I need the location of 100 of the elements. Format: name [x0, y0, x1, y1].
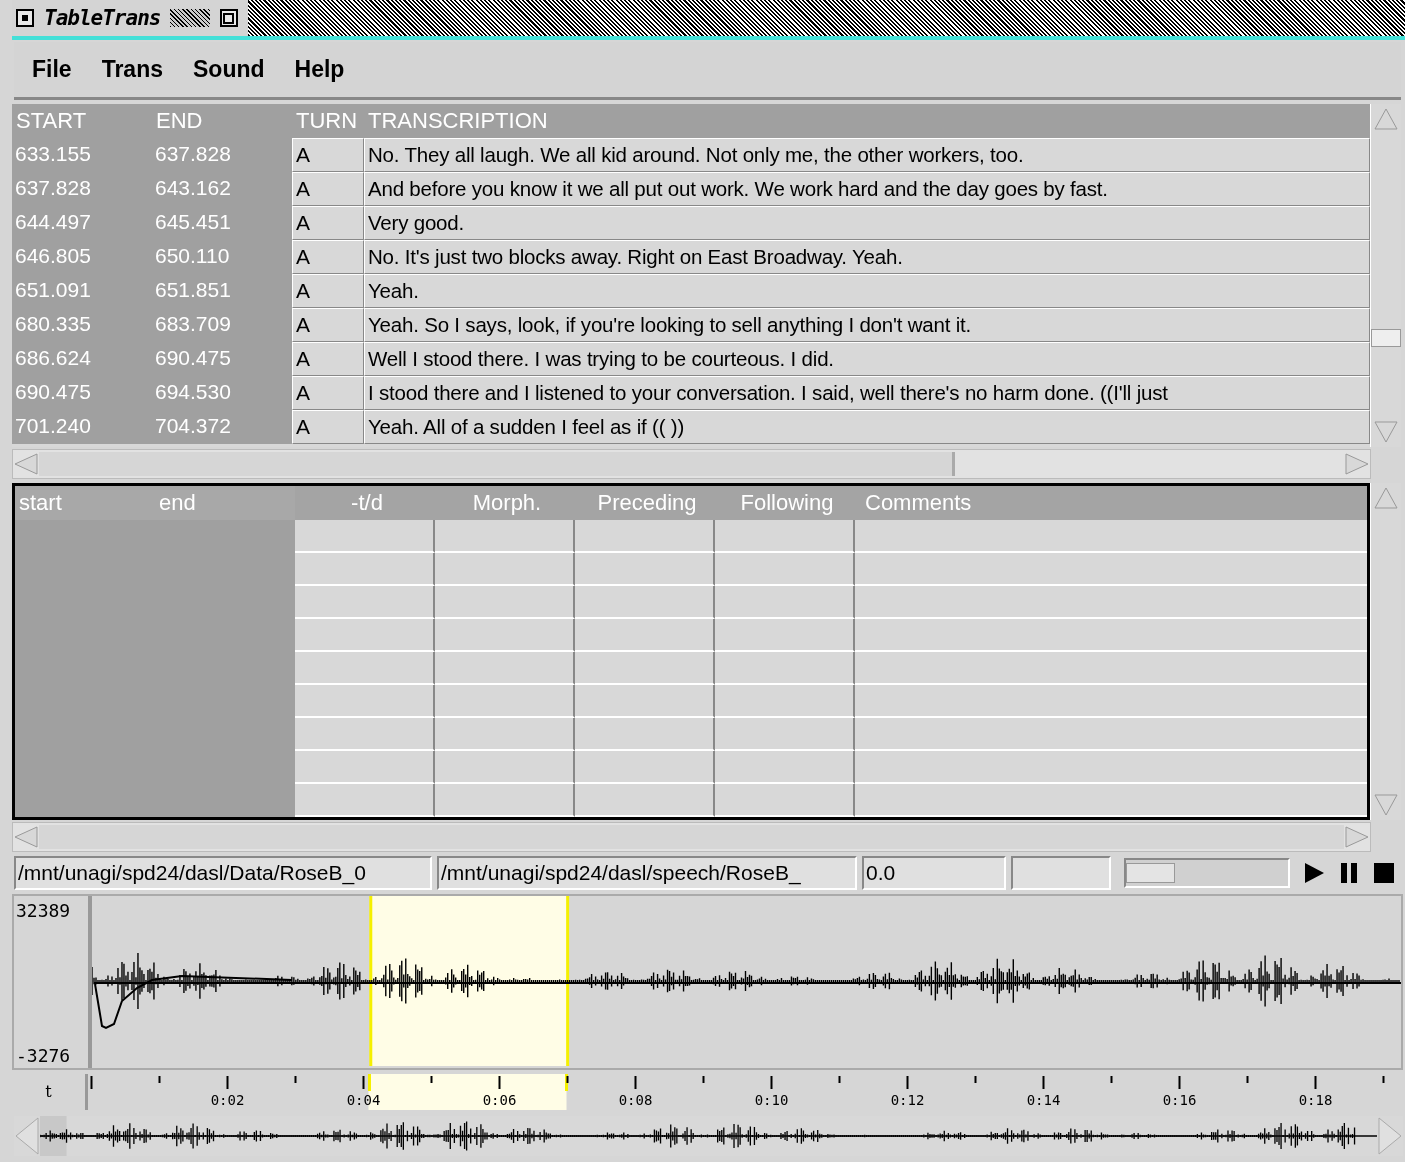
table-cell[interactable]	[295, 685, 435, 718]
table-cell[interactable]	[715, 619, 855, 652]
pause-icon[interactable]	[1338, 862, 1360, 884]
time-ruler[interactable]: 0:02 0:04 0:06 0:08 0:10 0:12 0:14 0:16 0:18	[88, 1074, 1403, 1110]
table-cell[interactable]	[295, 784, 435, 817]
table-cell[interactable]	[435, 553, 575, 586]
table-cell[interactable]	[295, 553, 435, 586]
play-icon[interactable]	[1303, 862, 1325, 884]
column-header: end	[158, 489, 197, 517]
scroll-up-icon[interactable]	[1373, 485, 1399, 511]
table-cell[interactable]	[295, 619, 435, 652]
table-cell[interactable]	[435, 652, 575, 685]
scroll-left-icon[interactable]	[13, 825, 39, 849]
table-cell[interactable]	[435, 784, 575, 817]
table-cell: 646.805	[12, 240, 152, 274]
scroll-thumb[interactable]	[1371, 329, 1401, 347]
table-cell: 643.162	[152, 172, 292, 206]
menu-item[interactable]: Trans	[101, 56, 163, 83]
scroll-right-icon[interactable]	[1344, 452, 1370, 476]
menu-item[interactable]: File	[32, 56, 72, 83]
horizontal-scrollbar[interactable]	[12, 822, 1371, 852]
slider-thumb[interactable]	[1126, 863, 1175, 883]
table-cell: A	[292, 274, 364, 308]
table-cell[interactable]	[575, 652, 715, 685]
table-cell: 694.530	[152, 376, 292, 410]
text-field[interactable]	[1011, 856, 1111, 890]
data-path-field[interactable]: /mnt/unagi/spd24/dasl/Data/RoseB_0	[14, 856, 432, 890]
table-cell[interactable]	[575, 553, 715, 586]
scroll-down-icon[interactable]	[1373, 792, 1399, 818]
table-cell[interactable]	[715, 685, 855, 718]
table-cell: 680.335	[12, 308, 152, 342]
time-axis-label: t	[12, 1074, 88, 1110]
column-header: -t/d	[295, 486, 435, 520]
table-cell[interactable]	[575, 784, 715, 817]
scroll-right-icon[interactable]	[1344, 825, 1370, 849]
column-header: Morph.	[435, 486, 575, 520]
table-cell[interactable]	[295, 652, 435, 685]
table-cell: A	[292, 342, 364, 376]
table-cell[interactable]	[435, 751, 575, 784]
scroll-left-icon[interactable]	[13, 452, 39, 476]
table-cell[interactable]	[295, 520, 435, 553]
table-cell: 704.372	[152, 410, 292, 444]
tick-label: 0:02	[210, 1092, 245, 1108]
table-cell[interactable]	[575, 520, 715, 553]
tick-label: 0:08	[618, 1092, 653, 1108]
table-cell: A	[292, 138, 364, 172]
tick-label: 0:04	[346, 1092, 381, 1108]
position-field[interactable]: 0.0	[862, 856, 1006, 890]
table-cell[interactable]	[435, 619, 575, 652]
table-cell: A	[292, 240, 364, 274]
minimize-button[interactable]	[170, 9, 211, 27]
scroll-up-icon[interactable]	[1373, 106, 1399, 132]
tick-label: 0:18	[1298, 1092, 1333, 1108]
table-cell[interactable]	[575, 685, 715, 718]
table-cell: 686.624	[12, 342, 152, 376]
table-cell[interactable]	[295, 586, 435, 619]
menu-item[interactable]: Help	[294, 56, 345, 83]
table-cell[interactable]	[575, 586, 715, 619]
scroll-right-icon[interactable]	[1377, 1116, 1403, 1156]
scroll-down-icon[interactable]	[1373, 419, 1399, 445]
stop-icon[interactable]	[1373, 862, 1395, 884]
speech-path-field[interactable]: /mnt/unagi/spd24/dasl/speech/RoseB_	[437, 856, 857, 890]
table-cell[interactable]	[715, 718, 855, 751]
table-cell[interactable]	[715, 652, 855, 685]
table-cell: Well I stood there. I was trying to be courteous. I did.	[364, 342, 1370, 376]
table-cell[interactable]	[715, 586, 855, 619]
table-cell[interactable]	[435, 718, 575, 751]
table-cell[interactable]	[295, 751, 435, 784]
table-cell: 645.451	[152, 206, 292, 240]
tick-label: 0:10	[754, 1092, 789, 1108]
waveform-drawing[interactable]	[92, 896, 1401, 1066]
volume-slider[interactable]	[1124, 858, 1290, 888]
table-cell[interactable]	[715, 520, 855, 553]
tick-label: 0:14	[1026, 1092, 1061, 1108]
table-cell: 683.709	[152, 308, 292, 342]
scroll-left-icon[interactable]	[14, 1116, 40, 1156]
menu-item[interactable]: Sound	[193, 56, 265, 83]
column-header: Following	[715, 486, 855, 520]
table-cell[interactable]	[715, 553, 855, 586]
table-cell[interactable]	[715, 784, 855, 817]
column-header: TURN	[295, 107, 359, 135]
table-cell[interactable]	[575, 619, 715, 652]
tick-label: 0:06	[482, 1092, 517, 1108]
column-header: Comments	[855, 486, 1367, 520]
table-cell[interactable]	[435, 586, 575, 619]
table-cell[interactable]	[435, 520, 575, 553]
table-cell: I stood there and I listened to your conversation. I said, well there's no harm done. ((I'll just	[364, 376, 1370, 410]
table-cell[interactable]	[435, 685, 575, 718]
horizontal-scrollbar[interactable]	[12, 449, 1371, 479]
table-cell: 690.475	[12, 376, 152, 410]
amplitude-max-label: 32389	[16, 900, 72, 921]
table-cell[interactable]	[295, 718, 435, 751]
amplitude-min-label: -3276	[16, 1045, 72, 1066]
window-menu-button[interactable]	[16, 9, 34, 27]
table-cell[interactable]	[575, 751, 715, 784]
table-cell[interactable]	[715, 751, 855, 784]
table-cell: 690.475	[152, 342, 292, 376]
column-header: START	[15, 107, 88, 135]
maximize-button[interactable]	[220, 9, 239, 27]
table-cell[interactable]	[575, 718, 715, 751]
